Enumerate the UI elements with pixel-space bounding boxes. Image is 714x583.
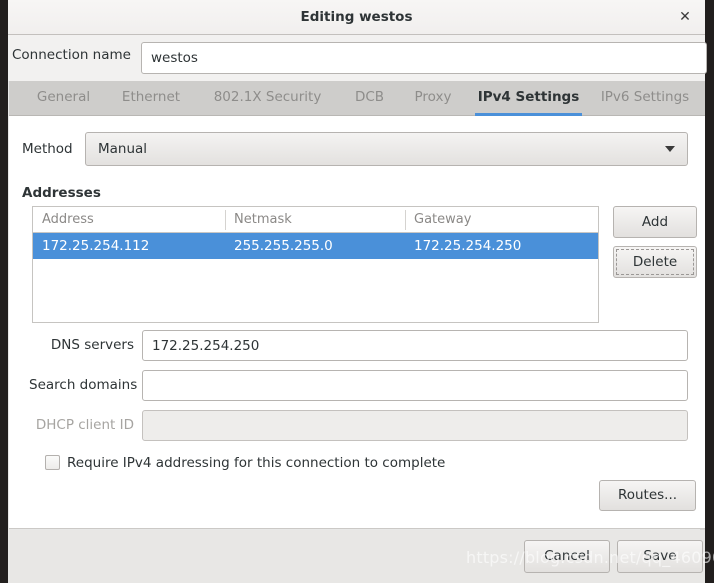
cancel-button-label: Cancel: [544, 548, 590, 564]
cell-gateway: 172.25.254.250: [414, 238, 522, 254]
table-header-row: Address Netmask Gateway: [33, 207, 598, 233]
window-right-shadow: [705, 0, 714, 583]
cell-address: 172.25.254.112: [42, 238, 150, 254]
dhcp-client-id-label: DHCP client ID: [35, 417, 134, 433]
tab-proxy[interactable]: Proxy: [408, 81, 458, 116]
add-button-label: Add: [641, 214, 669, 230]
dialog-action-bar: Cancel Save: [8, 530, 705, 583]
editing-connection-dialog: Editing westos ✕ Connection name General…: [0, 0, 714, 583]
titlebar: Editing westos ✕: [8, 0, 705, 35]
connection-name-row: Connection name: [8, 35, 707, 81]
routes-button[interactable]: Routes...: [599, 480, 696, 511]
window-title: Editing westos: [300, 9, 413, 25]
method-selected-value: Manual: [98, 141, 148, 157]
dhcp-client-id-input: [142, 410, 688, 441]
delete-button-label: Delete: [632, 254, 678, 270]
method-label: Method: [22, 141, 73, 157]
window-left-shadow: [0, 0, 8, 583]
tab-general[interactable]: General: [30, 81, 97, 116]
tab-dcb[interactable]: DCB: [347, 81, 392, 116]
save-button-label: Save: [643, 548, 677, 564]
require-ipv4-checkbox[interactable]: [45, 455, 60, 470]
tab-ipv4-settings[interactable]: IPv4 Settings: [475, 81, 582, 116]
connection-name-label: Connection name: [12, 47, 131, 63]
column-separator: [405, 210, 406, 230]
dns-servers-input[interactable]: [142, 330, 688, 361]
add-address-button[interactable]: Add: [613, 206, 697, 238]
save-button[interactable]: Save: [617, 540, 703, 573]
column-header-gateway[interactable]: Gateway: [405, 207, 598, 232]
ipv4-settings-panel: Method Manual Addresses Address Netmask Ga…: [9, 116, 705, 529]
addresses-section-label: Addresses: [22, 185, 101, 201]
column-separator: [225, 210, 226, 230]
tab-bar: General Ethernet 802.1X Security DCB Proxy IP…: [9, 81, 705, 116]
connection-name-input[interactable]: [141, 42, 707, 74]
tab-802-1x-security[interactable]: 802.1X Security: [205, 81, 330, 116]
routes-button-label: Routes...: [617, 487, 678, 503]
cell-netmask: 255.255.255.0: [234, 238, 333, 254]
require-ipv4-label: Require IPv4 addressing for this connect…: [67, 455, 446, 471]
dns-servers-label: DNS servers: [50, 337, 134, 353]
chevron-down-icon: [665, 146, 675, 152]
column-header-address[interactable]: Address: [33, 207, 225, 232]
method-dropdown[interactable]: Manual: [85, 132, 688, 166]
delete-address-button[interactable]: Delete: [613, 246, 697, 278]
table-row[interactable]: 172.25.254.112 255.255.255.0 172.25.254.25…: [33, 233, 598, 259]
search-domains-label: Search domains: [29, 377, 138, 393]
cancel-button[interactable]: Cancel: [524, 540, 610, 573]
column-header-netmask[interactable]: Netmask: [225, 207, 405, 232]
addresses-table: Address Netmask Gateway 172.25.254.112 255.…: [32, 206, 599, 323]
search-domains-input[interactable]: [142, 370, 688, 401]
tab-ethernet[interactable]: Ethernet: [114, 81, 188, 116]
close-icon[interactable]: ✕: [675, 8, 695, 28]
tab-ipv6-settings[interactable]: IPv6 Settings: [595, 81, 695, 116]
